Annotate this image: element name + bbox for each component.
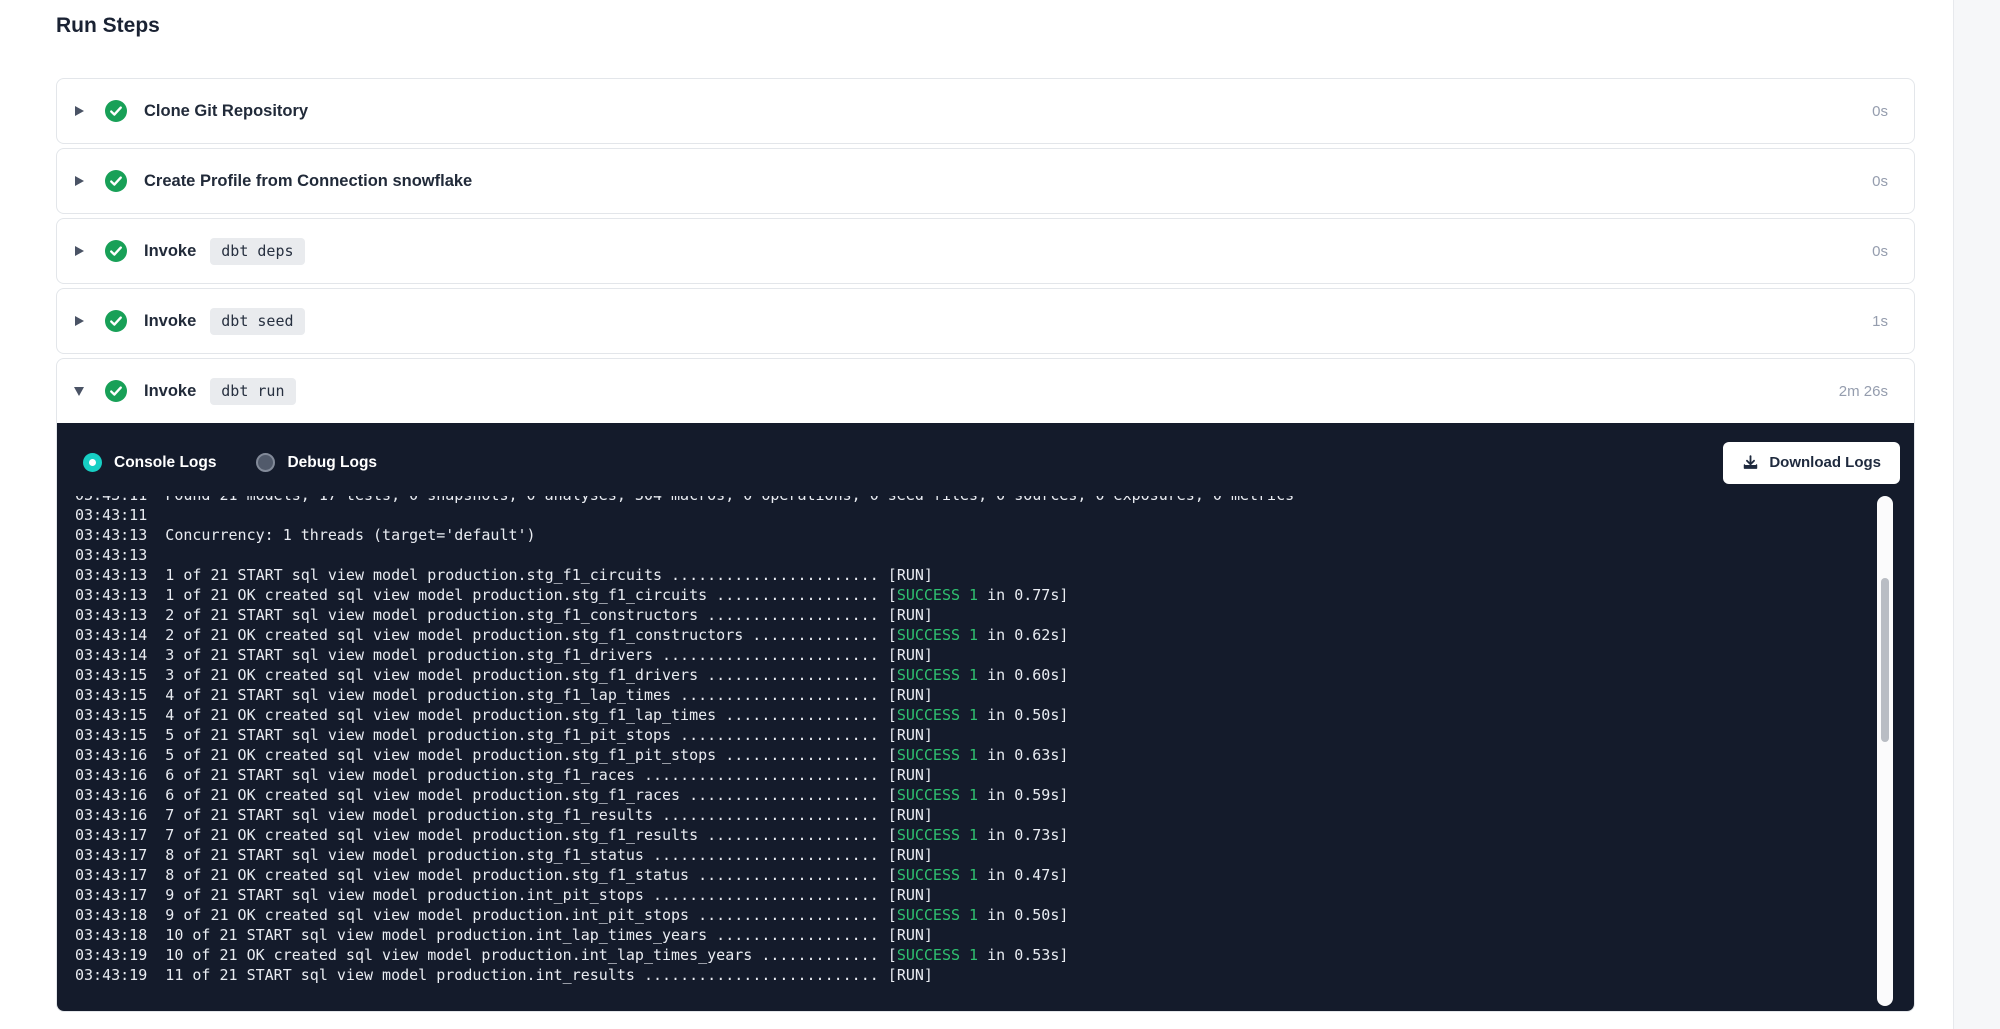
log-line: 03:43:15 4 of 21 OK created sql view mod…: [75, 705, 1914, 725]
step-title: Clone Git Repository: [144, 102, 308, 121]
log-line: 03:43:17 9 of 21 START sql view model pr…: [75, 885, 1914, 905]
log-lines: 03:43:11 Found 21 models, 17 tests, 0 sn…: [75, 496, 1914, 985]
log-panel: Console Logs Debug Logs Download Logs 03…: [57, 423, 1914, 1011]
log-line: 03:43:16 6 of 21 START sql view model pr…: [75, 765, 1914, 785]
log-line: 03:43:18 9 of 21 OK created sql view mod…: [75, 905, 1914, 925]
log-line: 03:43:13 1 of 21 START sql view model pr…: [75, 565, 1914, 585]
log-line: 03:43:16 5 of 21 OK created sql view mod…: [75, 745, 1914, 765]
run-steps-list: Clone Git Repository0sCreate Profile fro…: [56, 78, 1915, 1012]
caret-right-icon[interactable]: [71, 106, 87, 116]
step-title: Create Profile from Connection snowflake: [144, 172, 472, 191]
log-line: 03:43:15 5 of 21 START sql view model pr…: [75, 725, 1914, 745]
console-log-output[interactable]: 03:43:11 Found 21 models, 17 tests, 0 sn…: [57, 496, 1914, 1011]
run-steps-page: Run Steps Clone Git Repository0sCreate P…: [56, 0, 1915, 1016]
step-duration: 2m 26s: [1839, 383, 1888, 400]
log-line: 03:43:15 3 of 21 OK created sql view mod…: [75, 665, 1914, 685]
log-line: 03:43:18 10 of 21 START sql view model p…: [75, 925, 1914, 945]
log-line: 03:43:11 Found 21 models, 17 tests, 0 sn…: [75, 496, 1914, 505]
radio-unselected-icon[interactable]: [256, 453, 275, 472]
step-duration: 0s: [1872, 173, 1888, 190]
step-title: Invoke: [144, 382, 196, 401]
log-line: 03:43:16 7 of 21 START sql view model pr…: [75, 805, 1914, 825]
caret-right-icon[interactable]: [71, 246, 87, 256]
step-row-invoke-dbt-deps[interactable]: Invoke dbt deps 0s: [57, 219, 1914, 283]
step-duration: 1s: [1872, 313, 1888, 330]
log-line: 03:43:13 Concurrency: 1 threads (target=…: [75, 525, 1914, 545]
log-line: 03:43:17 7 of 21 OK created sql view mod…: [75, 825, 1914, 845]
success-check-icon: [105, 310, 127, 332]
page-right-gutter: [1953, 0, 2000, 1029]
log-scrollbar-thumb[interactable]: [1881, 578, 1889, 742]
log-line: 03:43:13 1 of 21 OK created sql view mod…: [75, 585, 1914, 605]
step-row-clone-git-repository[interactable]: Clone Git Repository 0s: [57, 79, 1914, 143]
caret-down-icon[interactable]: [71, 387, 87, 396]
step-card-clone-git-repository: Clone Git Repository 0s: [56, 78, 1915, 144]
log-line: 03:43:16 6 of 21 OK created sql view mod…: [75, 785, 1914, 805]
log-line: 03:43:11: [75, 505, 1914, 525]
step-duration: 0s: [1872, 103, 1888, 120]
success-check-icon: [105, 240, 127, 262]
step-command-badge: dbt run: [210, 378, 295, 405]
console-logs-radio[interactable]: Console Logs: [83, 453, 216, 472]
download-logs-button[interactable]: Download Logs: [1723, 442, 1900, 484]
step-card-invoke-dbt-run: Invoke dbt run 2m 26s Console Logs Debug L…: [56, 358, 1915, 1012]
download-logs-label: Download Logs: [1769, 454, 1881, 471]
caret-right-icon[interactable]: [71, 316, 87, 326]
log-line: 03:43:19 10 of 21 OK created sql view mo…: [75, 945, 1914, 965]
debug-logs-label: Debug Logs: [287, 454, 377, 472]
step-title: Invoke: [144, 312, 196, 331]
step-row-invoke-dbt-run[interactable]: Invoke dbt run 2m 26s: [57, 359, 1914, 423]
step-command-badge: dbt seed: [210, 308, 304, 335]
log-scrollbar[interactable]: [1877, 496, 1893, 1006]
step-duration: 0s: [1872, 243, 1888, 260]
log-line: 03:43:19 11 of 21 START sql view model p…: [75, 965, 1914, 985]
step-card-invoke-dbt-deps: Invoke dbt deps 0s: [56, 218, 1915, 284]
radio-selected-icon[interactable]: [83, 453, 102, 472]
caret-right-icon[interactable]: [71, 176, 87, 186]
success-check-icon: [105, 100, 127, 122]
log-line: 03:43:13: [75, 545, 1914, 565]
log-line: 03:43:14 2 of 21 OK created sql view mod…: [75, 625, 1914, 645]
debug-logs-radio[interactable]: Debug Logs: [256, 453, 377, 472]
log-line: 03:43:15 4 of 21 START sql view model pr…: [75, 685, 1914, 705]
log-line: 03:43:17 8 of 21 OK created sql view mod…: [75, 865, 1914, 885]
step-card-create-profile-from-connection-snowflake: Create Profile from Connection snowflake…: [56, 148, 1915, 214]
log-toolbar: Console Logs Debug Logs Download Logs: [57, 423, 1914, 496]
console-logs-label: Console Logs: [114, 454, 216, 472]
success-check-icon: [105, 170, 127, 192]
step-row-create-profile-from-connection-snowflake[interactable]: Create Profile from Connection snowflake…: [57, 149, 1914, 213]
step-title: Invoke: [144, 242, 196, 261]
log-line: 03:43:13 2 of 21 START sql view model pr…: [75, 605, 1914, 625]
step-card-invoke-dbt-seed: Invoke dbt seed 1s: [56, 288, 1915, 354]
download-icon: [1742, 454, 1759, 471]
page-title: Run Steps: [56, 14, 1915, 38]
log-line: 03:43:14 3 of 21 START sql view model pr…: [75, 645, 1914, 665]
step-command-badge: dbt deps: [210, 238, 304, 265]
success-check-icon: [105, 380, 127, 402]
step-row-invoke-dbt-seed[interactable]: Invoke dbt seed 1s: [57, 289, 1914, 353]
log-line: 03:43:17 8 of 21 START sql view model pr…: [75, 845, 1914, 865]
